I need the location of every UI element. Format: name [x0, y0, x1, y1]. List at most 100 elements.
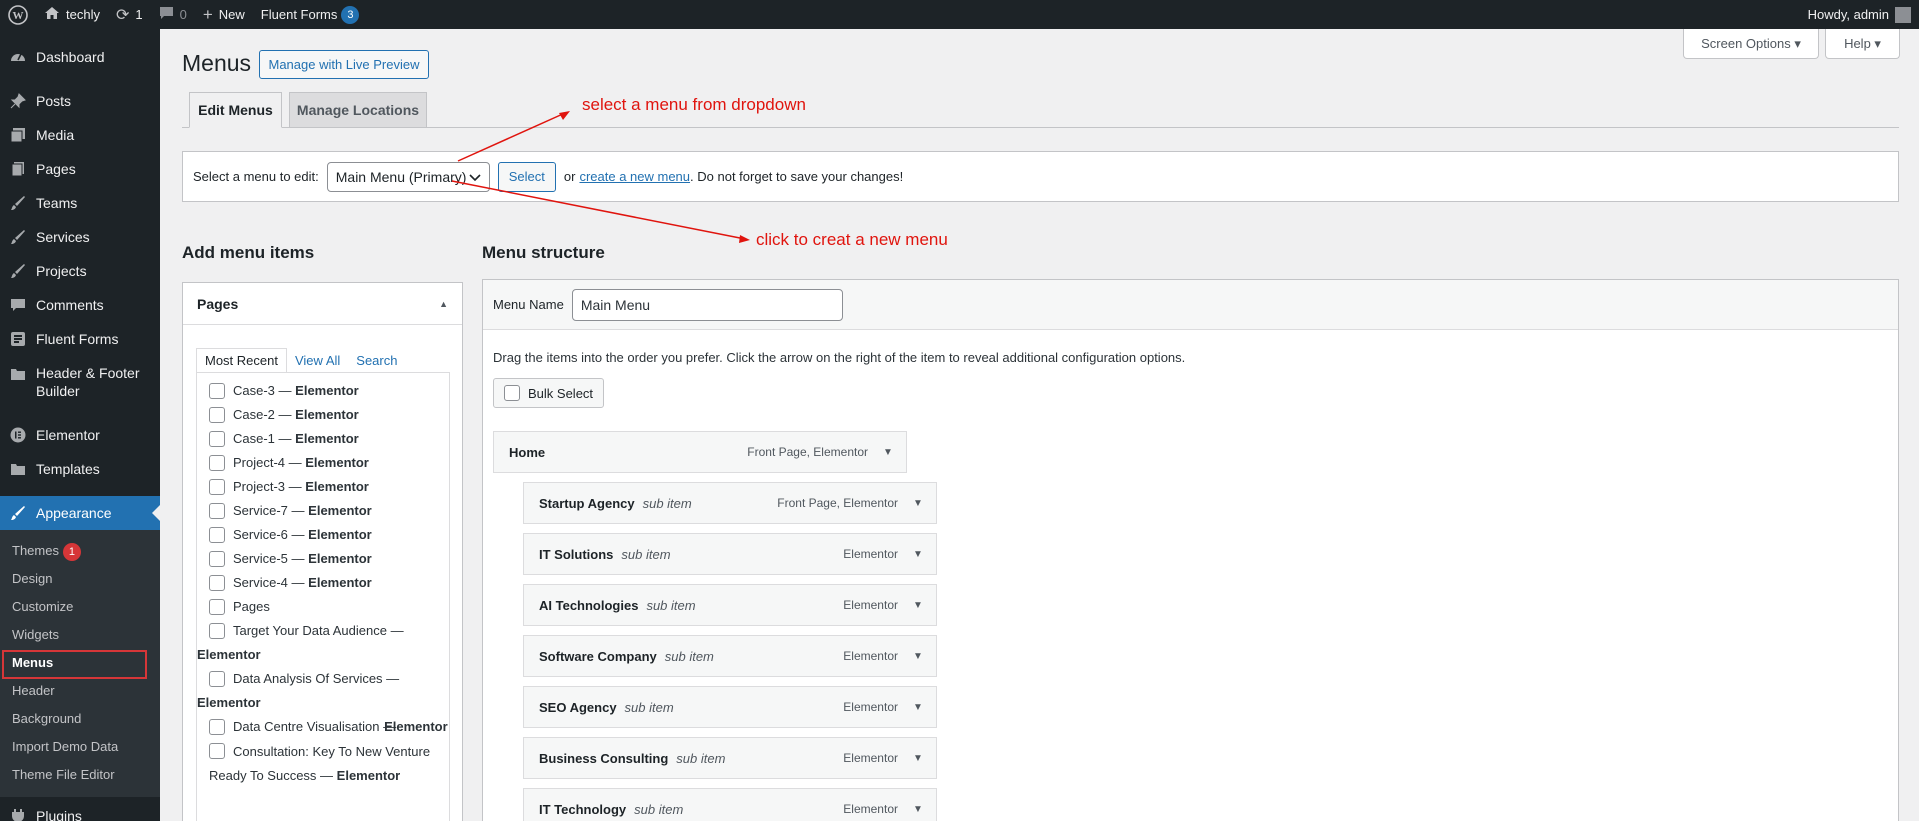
submenu-item-header[interactable]: Header — [0, 677, 160, 705]
submenu-item-themes[interactable]: Themes 1 — [0, 537, 160, 565]
tab-manage-locations[interactable]: Manage Locations — [289, 92, 427, 128]
menu-item-software-company[interactable]: Software Company sub item Elementor ▼ — [523, 635, 937, 677]
list-item[interactable]: Pages — [209, 595, 449, 619]
menu-item-it-technology[interactable]: IT Technology sub item Elementor ▼ — [523, 788, 937, 821]
page-checkbox[interactable] — [209, 575, 225, 591]
page-checkbox[interactable] — [209, 719, 225, 735]
list-item[interactable]: Project-3 — Elementor — [209, 475, 449, 499]
sidebar-item-dashboard[interactable]: Dashboard — [0, 40, 160, 74]
page-checkbox[interactable] — [209, 455, 225, 471]
updates-link[interactable]: ⟳ 1 — [108, 0, 151, 29]
pages-panel-header[interactable]: Pages ▲ — [183, 283, 462, 325]
expand-arrow-icon[interactable]: ▼ — [910, 600, 926, 611]
page-builder: Elementor — [305, 479, 369, 494]
sidebar-item-header-footer-builder[interactable]: Header & Footer Builder — [0, 356, 160, 408]
sidebar-item-posts[interactable]: Posts — [0, 84, 160, 118]
list-item[interactable]: Case-1 — Elementor — [209, 427, 449, 451]
submenu-item-menus[interactable]: Menus — [0, 649, 160, 679]
list-item[interactable]: Target Your Data Audience — Elementor — [197, 619, 449, 667]
submenu-label: Import Demo Data — [12, 739, 119, 754]
tab-search[interactable]: Search — [348, 348, 405, 373]
menu-item-seo-agency[interactable]: SEO Agency sub item Elementor ▼ — [523, 686, 937, 728]
tab-most-recent[interactable]: Most Recent — [196, 348, 287, 373]
sidebar-item-elementor[interactable]: Elementor — [0, 418, 160, 452]
menu-name-input[interactable]: Main Menu — [571, 288, 843, 321]
fluent-forms-link[interactable]: Fluent Forms 3 — [253, 0, 368, 29]
page-checkbox[interactable] — [209, 527, 225, 543]
list-item[interactable]: Case-3 — Elementor — [209, 379, 449, 403]
menu-item-it-solutions[interactable]: IT Solutions sub item Elementor ▼ — [523, 533, 937, 575]
page-checkbox[interactable] — [209, 383, 225, 399]
submenu-item-design[interactable]: Design — [0, 565, 160, 593]
site-name-link[interactable]: techly — [36, 0, 108, 29]
manage-live-preview-button[interactable]: Manage with Live Preview — [259, 50, 429, 79]
sidebar-item-pages[interactable]: Pages — [0, 152, 160, 186]
sidebar-item-fluent-forms[interactable]: Fluent Forms — [0, 322, 160, 356]
submenu-item-widgets[interactable]: Widgets — [0, 621, 160, 649]
account-menu[interactable]: Howdy, admin — [1800, 0, 1919, 29]
page-checkbox[interactable] — [209, 623, 225, 639]
bulk-select-checkbox[interactable] — [504, 385, 520, 401]
save-reminder-text: . Do not forget to save your changes! — [690, 169, 904, 184]
menu-select-dropdown[interactable]: Main Menu (Primary) — [326, 161, 490, 192]
bulk-select-button[interactable]: Bulk Select — [493, 378, 605, 408]
new-content-link[interactable]: + New — [195, 0, 253, 29]
tab-edit-menus[interactable]: Edit Menus — [189, 92, 282, 128]
triangle-up-icon: ▲ — [439, 298, 448, 309]
screen-options-button[interactable]: Screen Options ▾ — [1683, 29, 1819, 59]
menu-item-home[interactable]: Home Front Page, Elementor ▼ — [493, 431, 907, 473]
menu-item-ai-technologies[interactable]: AI Technologies sub item Elementor ▼ — [523, 584, 937, 626]
menu-item-sub-label: sub item — [621, 546, 671, 562]
expand-arrow-icon[interactable]: ▼ — [910, 498, 926, 509]
submenu-item-theme-file-editor[interactable]: Theme File Editor — [0, 761, 160, 789]
sidebar-item-templates[interactable]: Templates — [0, 452, 160, 486]
list-item[interactable]: Project-4 — Elementor — [209, 451, 449, 475]
page-checkbox[interactable] — [209, 599, 225, 615]
expand-arrow-icon[interactable]: ▼ — [910, 753, 926, 764]
list-item[interactable]: Service-6 — Elementor — [209, 523, 449, 547]
sidebar-item-services[interactable]: Services — [0, 220, 160, 254]
page-checkbox[interactable] — [209, 503, 225, 519]
list-item[interactable]: Consultation: Key To New Venture Ready T… — [209, 739, 449, 788]
sidebar-item-comments[interactable]: Comments — [0, 288, 160, 322]
sidebar-item-media[interactable]: Media — [0, 118, 160, 152]
comments-link[interactable]: 0 — [151, 0, 195, 29]
submenu-item-customize[interactable]: Customize — [0, 593, 160, 621]
submenu-item-import-demo-data[interactable]: Import Demo Data — [0, 733, 160, 761]
menu-item-startup-agency[interactable]: Startup Agency sub item Front Page, Elem… — [523, 482, 937, 524]
sidebar-label: Projects — [36, 263, 87, 279]
list-item[interactable]: Data Analysis Of Services — Elementor — [197, 667, 449, 715]
help-button[interactable]: Help ▾ — [1825, 29, 1900, 59]
sidebar-item-plugins[interactable]: Plugins — [0, 799, 160, 821]
list-item[interactable]: Service-5 — Elementor — [209, 547, 449, 571]
page-checkbox[interactable] — [209, 551, 225, 567]
select-menu-button[interactable]: Select — [497, 161, 556, 192]
submenu-item-background[interactable]: Background — [0, 705, 160, 733]
page-checkbox[interactable] — [209, 407, 225, 423]
expand-arrow-icon[interactable]: ▼ — [910, 804, 926, 815]
expand-arrow-icon[interactable]: ▼ — [880, 447, 896, 458]
menu-item-business-consulting[interactable]: Business Consulting sub item Elementor ▼ — [523, 737, 937, 779]
list-item[interactable]: Data Centre Visualisation — Elementor — [209, 715, 449, 739]
create-new-menu-link[interactable]: create a new menu — [579, 169, 690, 184]
page-checkbox[interactable] — [209, 671, 225, 687]
menu-item-title: Home — [509, 444, 546, 460]
page-checkbox[interactable] — [209, 743, 225, 759]
page-checkbox[interactable] — [209, 431, 225, 447]
sidebar-item-projects[interactable]: Projects — [0, 254, 160, 288]
expand-arrow-icon[interactable]: ▼ — [910, 549, 926, 560]
list-item[interactable]: Case-2 — Elementor — [209, 403, 449, 427]
expand-arrow-icon[interactable]: ▼ — [910, 702, 926, 713]
expand-arrow-icon[interactable]: ▼ — [910, 651, 926, 662]
list-item[interactable]: Service-4 — Elementor — [209, 571, 449, 595]
site-name: techly — [66, 7, 100, 22]
plugin-icon — [8, 806, 28, 821]
sidebar-item-appearance[interactable]: Appearance — [0, 496, 160, 530]
submenu-label: Theme File Editor — [12, 767, 115, 782]
list-item[interactable]: Service-7 — Elementor — [209, 499, 449, 523]
page-checkbox[interactable] — [209, 479, 225, 495]
sidebar-item-teams[interactable]: Teams — [0, 186, 160, 220]
wordpress-logo-icon[interactable]: W — [0, 0, 36, 29]
howdy-text: Howdy, admin — [1807, 7, 1889, 22]
tab-view-all[interactable]: View All — [287, 348, 348, 373]
